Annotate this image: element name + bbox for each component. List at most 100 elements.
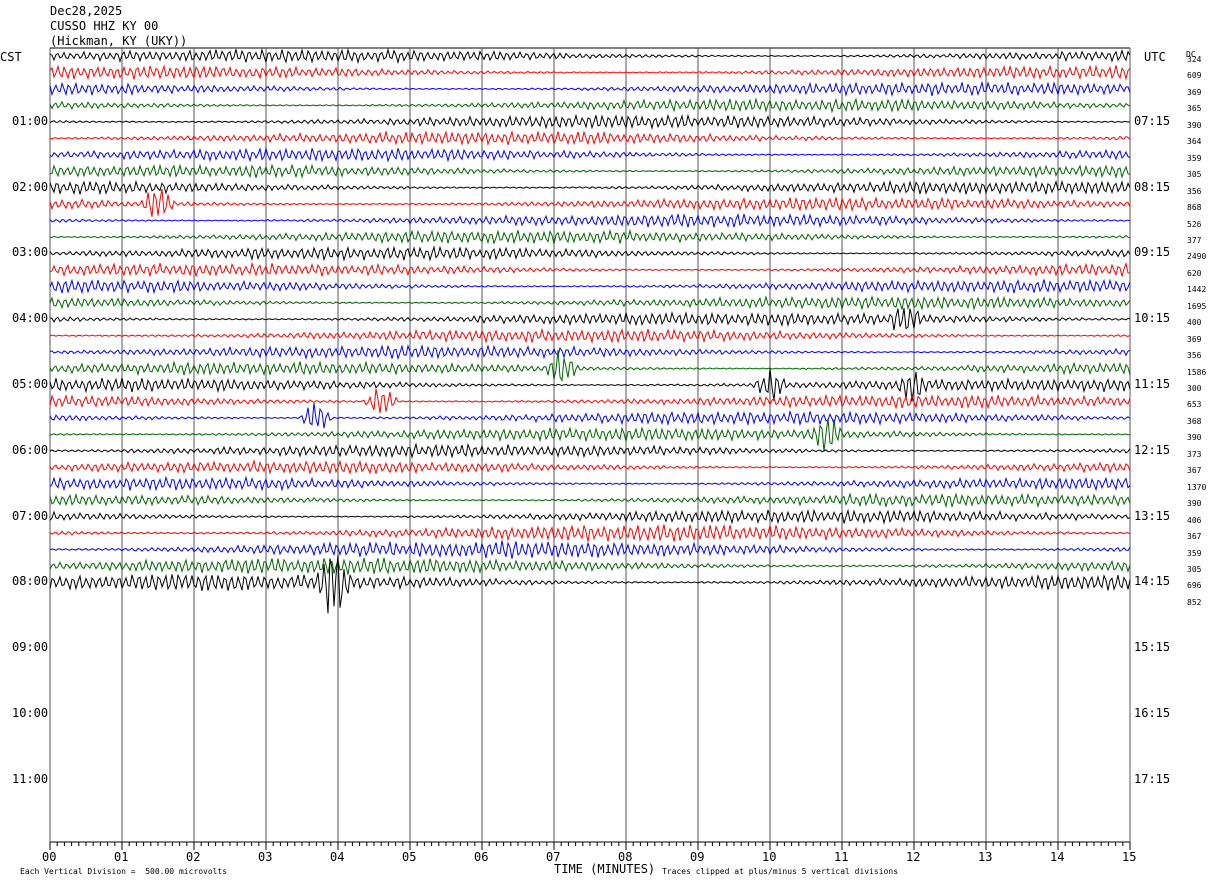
left-hour-label: 09:00 xyxy=(12,640,49,655)
seismic-trace xyxy=(49,129,1131,147)
seismic-trace xyxy=(49,523,1131,542)
x-tick-label: 05 xyxy=(402,850,417,864)
seismic-trace xyxy=(49,188,1131,217)
seismic-trace xyxy=(49,278,1131,295)
right-hour-label: 12:15 xyxy=(1134,442,1171,457)
left-hour-label: 01:00 xyxy=(12,113,49,128)
right-hour-label: 17:15 xyxy=(1134,771,1171,786)
dc-offset-label: 305 xyxy=(1187,564,1202,574)
dc-offset-label: 1586 xyxy=(1187,367,1207,377)
seismic-trace xyxy=(49,97,1131,114)
dc-offset-label: 400 xyxy=(1187,318,1202,328)
dc-offset-label: 653 xyxy=(1187,400,1202,410)
seismic-trace xyxy=(49,557,1131,575)
left-hour-label: 11:00 xyxy=(12,771,49,786)
dc-offset-label: 305 xyxy=(1187,170,1202,180)
dc-offset-label: 526 xyxy=(1187,219,1202,229)
dc-offset-label: 390 xyxy=(1187,499,1202,509)
dc-offset-label: 1695 xyxy=(1187,301,1207,311)
dc-offset-label: 300 xyxy=(1187,384,1202,393)
left-hour-label: 03:00 xyxy=(12,245,49,260)
dc-offset-label: 609 xyxy=(1187,71,1202,81)
dc-offset-label: 390 xyxy=(1187,433,1202,443)
left-hour-label: 05:00 xyxy=(12,377,49,391)
x-tick-label: 01 xyxy=(114,850,129,864)
right-hour-label: 09:15 xyxy=(1134,245,1171,260)
right-hour-label: 16:15 xyxy=(1134,706,1171,720)
dc-offset-label: 696 xyxy=(1187,581,1202,591)
seismic-trace xyxy=(49,179,1131,196)
dc-offset-label: 390 xyxy=(1187,120,1202,130)
left-hour-label: 07:00 xyxy=(12,508,49,523)
seismic-trace xyxy=(49,475,1131,492)
x-tick-label: 03 xyxy=(258,850,273,864)
dc-offset-label: 356 xyxy=(1187,351,1202,361)
x-tick-label: 15 xyxy=(1122,850,1137,864)
dc-offset-label: 1442 xyxy=(1187,285,1207,295)
dc-offset-label: 1370 xyxy=(1187,482,1207,492)
dc-offset-label: 373 xyxy=(1187,449,1202,459)
x-tick-label: 09 xyxy=(690,850,705,864)
dc-offset-label: 369 xyxy=(1187,334,1202,344)
x-tick-label: 12 xyxy=(906,850,921,864)
seismic-trace xyxy=(49,294,1131,311)
dc-offset-label: 368 xyxy=(1187,416,1202,426)
seismic-trace xyxy=(49,442,1131,460)
x-tick-label: 02 xyxy=(186,850,201,864)
seismic-trace xyxy=(49,212,1131,229)
dc-offset-label: 406 xyxy=(1187,515,1202,525)
seismic-trace xyxy=(49,508,1131,525)
x-tick-label: 00 xyxy=(42,850,57,864)
seismic-trace xyxy=(49,492,1131,509)
helicorder-chart xyxy=(49,47,1131,850)
x-tick-label: 10 xyxy=(762,850,777,864)
seismic-trace xyxy=(49,327,1131,344)
dc-offset-label: 356 xyxy=(1187,186,1202,196)
dc-offset-label: 852 xyxy=(1187,597,1202,607)
x-tick-label: 14 xyxy=(1050,850,1065,864)
left-hour-label: 10:00 xyxy=(12,706,49,720)
seismic-trace xyxy=(49,47,1131,65)
clip-note: Traces clipped at plus/minus 5 vertical … xyxy=(662,867,899,876)
dc-offset-label: 359 xyxy=(1187,548,1202,558)
x-tick-label: 11 xyxy=(834,850,849,864)
x-tick-label: 13 xyxy=(978,850,993,864)
seismic-trace xyxy=(49,307,1131,331)
dc-offset-label: 369 xyxy=(1187,87,1202,97)
x-axis-title: TIME (MINUTES) xyxy=(554,862,656,876)
right-hour-label: 14:15 xyxy=(1134,574,1171,589)
dc-offset-label: 364 xyxy=(1187,137,1202,147)
x-tick-label: 06 xyxy=(474,850,489,864)
dc-offset-label: 377 xyxy=(1187,235,1202,245)
x-tick-label: 04 xyxy=(330,850,345,864)
seismic-trace xyxy=(49,163,1131,180)
seismic-trace xyxy=(49,80,1131,97)
dc-offset-label: 367 xyxy=(1187,466,1202,476)
right-hour-label: 07:15 xyxy=(1134,113,1171,128)
right-hour-label: 10:15 xyxy=(1134,311,1171,326)
dc-offset-label: 868 xyxy=(1187,203,1202,213)
seismic-trace xyxy=(49,418,1131,452)
seismic-trace xyxy=(49,540,1131,559)
dc-offset-label: 620 xyxy=(1187,268,1202,278)
seismic-trace xyxy=(49,228,1131,245)
seismic-trace xyxy=(49,343,1131,361)
seismic-trace xyxy=(49,388,1131,414)
left-hour-label: 04:00 xyxy=(12,311,49,326)
seismic-trace xyxy=(49,261,1131,278)
dc-offset-label: 2490 xyxy=(1187,252,1207,262)
right-hour-label: 08:15 xyxy=(1134,179,1171,194)
dc-offset-label: 365 xyxy=(1187,104,1202,114)
seismic-trace xyxy=(49,458,1131,476)
seismic-trace xyxy=(49,64,1131,81)
dc-offset-label: 359 xyxy=(1187,153,1202,163)
right-hour-label: 13:15 xyxy=(1134,508,1171,523)
right-hour-label: 15:15 xyxy=(1134,640,1171,655)
seismic-trace xyxy=(49,146,1131,163)
seismic-trace xyxy=(49,245,1131,262)
dc-offset-label: 324 xyxy=(1187,55,1202,64)
seismic-trace xyxy=(49,368,1131,402)
right-hour-label: 11:15 xyxy=(1134,377,1171,391)
seismic-trace xyxy=(49,113,1131,130)
left-hour-label: 08:00 xyxy=(12,574,49,589)
